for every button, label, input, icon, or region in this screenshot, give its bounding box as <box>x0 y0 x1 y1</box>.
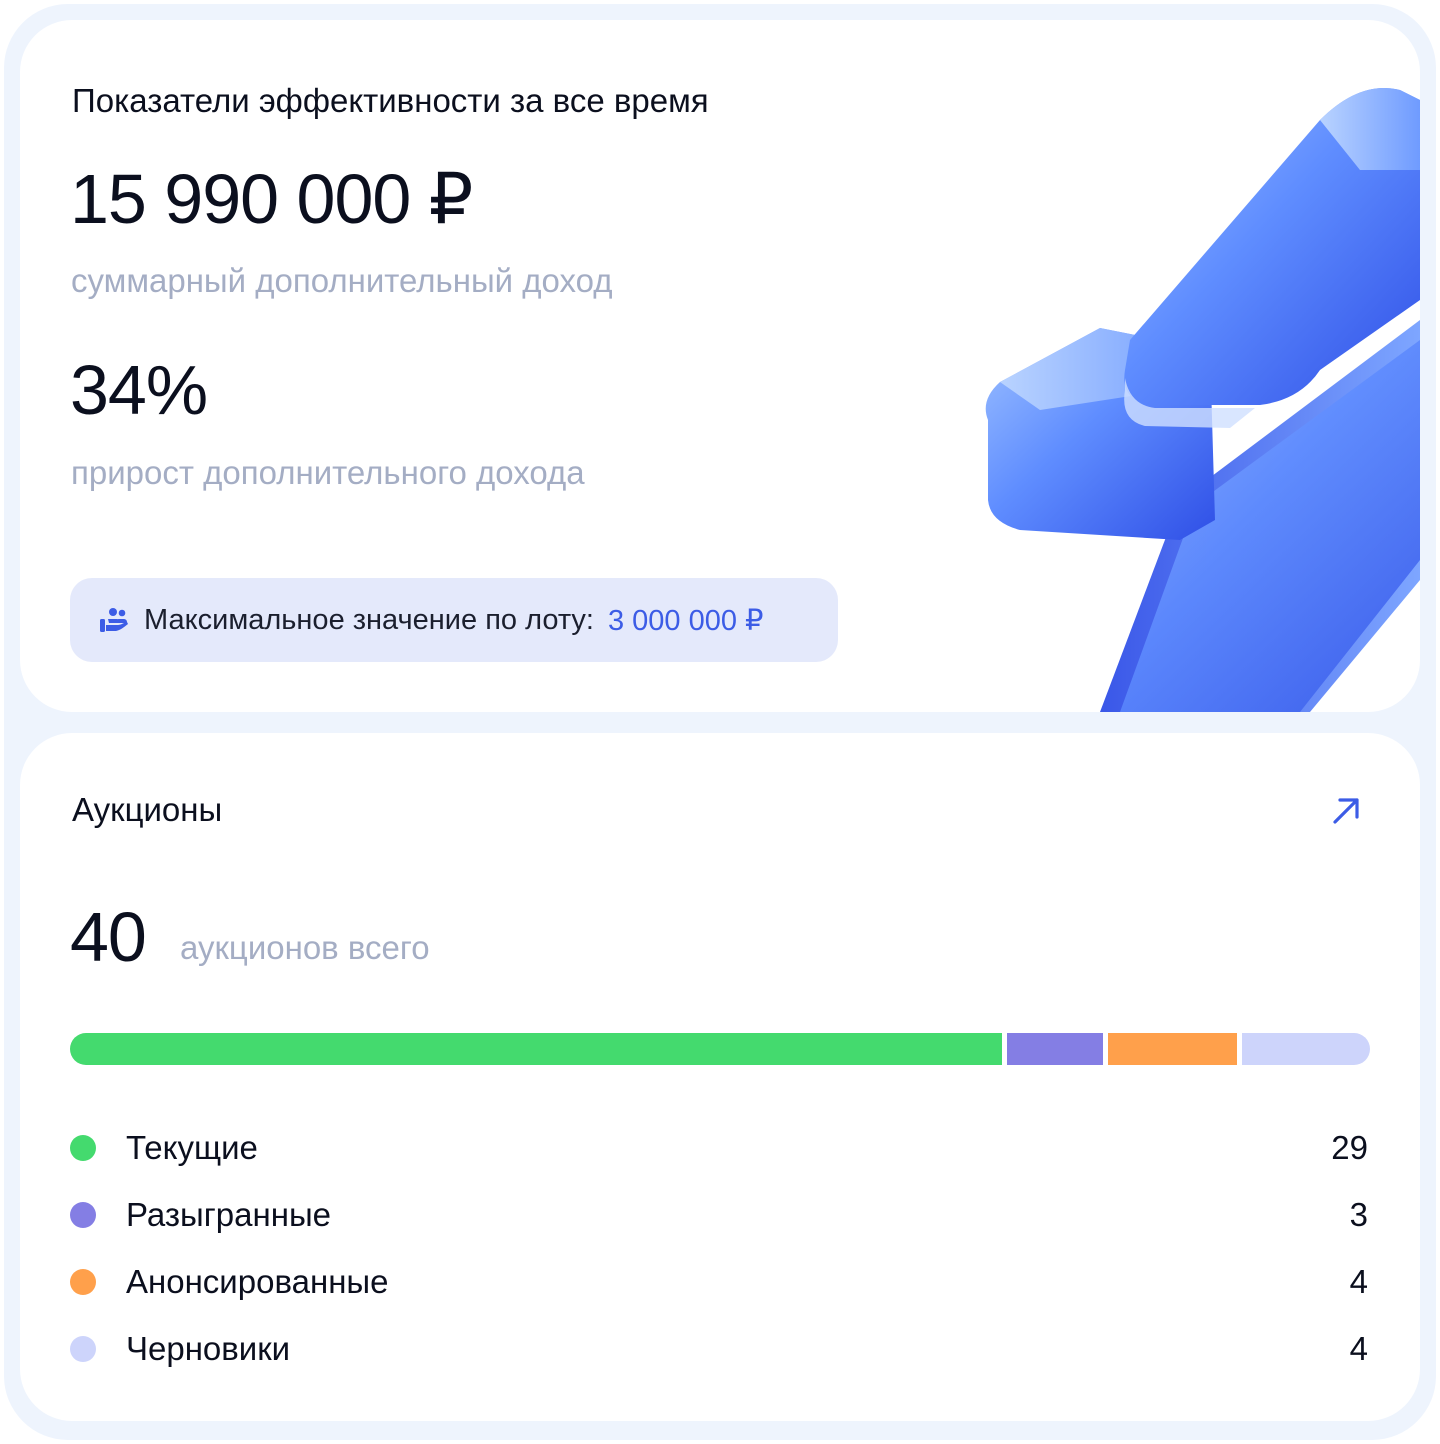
legend-label: Текущие <box>126 1129 258 1166</box>
max-lot-badge: Максимальное значение по лоту: 3 000 000… <box>70 578 838 662</box>
legend-item: Черновики 4 <box>70 1316 1368 1383</box>
legend-value: 29 <box>1331 1129 1368 1166</box>
auctions-status-bar <box>70 1033 1370 1065</box>
status-dot-icon <box>70 1135 96 1161</box>
status-dot-icon <box>70 1269 96 1295</box>
status-bar-segment <box>1006 1033 1103 1065</box>
auctions-total-value: 40 <box>70 898 147 976</box>
legend-item: Разыгранные 3 <box>70 1182 1368 1249</box>
performance-card: Показатели эффективности за все время 15… <box>20 20 1420 712</box>
status-bar-segment <box>1108 1033 1237 1065</box>
lightning-bolt-icon <box>985 88 1420 712</box>
legend-value: 3 <box>1349 1196 1368 1233</box>
auctions-title: Аукционы <box>72 791 223 828</box>
legend-label: Разыгранные <box>126 1196 332 1233</box>
status-dot-icon <box>70 1202 96 1228</box>
total-revenue-caption: суммарный дополнительный доход <box>71 262 613 299</box>
status-bar-segment <box>1241 1033 1370 1065</box>
max-lot-value: 3 000 000 ₽ <box>607 604 764 637</box>
total-revenue-value: 15 990 000 ₽ <box>70 160 473 238</box>
status-bar-segment <box>70 1033 1002 1065</box>
auctions-card: Аукционы 40 аукционов всего Текущие 29 Раз… <box>20 733 1420 1421</box>
auctions-total-caption: аукционов всего <box>180 929 430 966</box>
legend-label: Черновики <box>126 1330 291 1367</box>
status-dot-icon <box>70 1336 96 1362</box>
growth-value: 34% <box>70 351 208 429</box>
legend-label: Анонсированные <box>126 1263 389 1300</box>
legend-item: Анонсированные 4 <box>70 1249 1368 1316</box>
legend-value: 4 <box>1349 1263 1368 1300</box>
max-lot-label: Максимальное значение по лоту: <box>144 603 594 636</box>
performance-title: Показатели эффективности за все время <box>72 82 709 119</box>
growth-caption: прирост дополнительного дохода <box>71 454 585 491</box>
auctions-legend: Текущие 29 Разыгранные 3 Анонсированные 4 Черн… <box>70 1115 1368 1383</box>
arrow-up-right-icon <box>1333 798 1359 824</box>
open-auctions-link[interactable] <box>1326 791 1366 831</box>
legend-item: Текущие 29 <box>70 1115 1368 1182</box>
legend-value: 4 <box>1349 1330 1368 1367</box>
hand-with-people-icon <box>100 606 132 634</box>
